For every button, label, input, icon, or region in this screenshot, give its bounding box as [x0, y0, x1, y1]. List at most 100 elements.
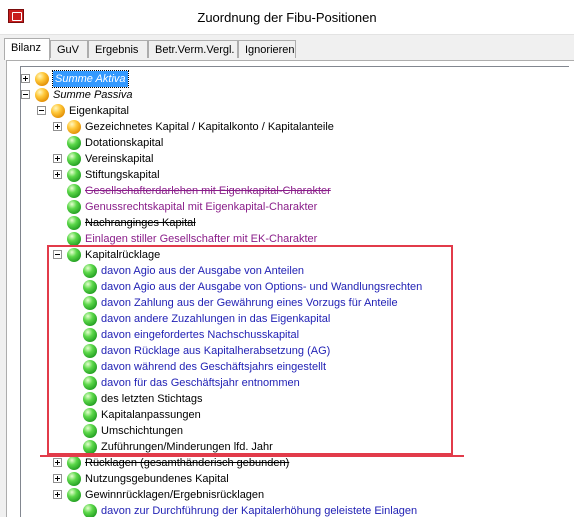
green-ball-icon [83, 440, 97, 454]
green-ball-icon [67, 488, 81, 502]
tree-node-label: davon Zahlung aus der Gewährung eines Vo… [101, 297, 398, 309]
green-ball-icon [67, 216, 81, 230]
tree-node[interactable]: davon andere Zuzahlungen in das Eigenkap… [21, 311, 561, 327]
collapse-icon[interactable] [53, 250, 62, 259]
expand-icon[interactable] [53, 458, 62, 467]
expand-icon[interactable] [53, 490, 62, 499]
tree-node[interactable]: Umschichtungen [21, 423, 561, 439]
tree-node-label: Dotationskapital [85, 137, 164, 149]
green-ball-icon [67, 168, 81, 182]
tree-node[interactable]: Gezeichnetes Kapital / Kapitalkonto / Ka… [21, 119, 561, 135]
expand-icon[interactable] [53, 474, 62, 483]
tree-node-label: Zuführungen/Minderungen lfd. Jahr [101, 441, 273, 453]
tree-node-label: Summe Aktiva [52, 70, 129, 88]
green-ball-icon [67, 200, 81, 214]
green-ball-icon [83, 328, 97, 342]
tree-node-label: Nachranginges Kapital [85, 217, 196, 229]
highlight-right-edge [451, 245, 453, 457]
tree-node-label: davon Rücklage aus Kapitalherabsetzung (… [101, 345, 331, 357]
title-bar: Zuordnung der Fibu-Positionen [0, 0, 574, 35]
tree-node[interactable]: Nutzungsgebundenes Kapital [21, 471, 561, 487]
tree-node[interactable]: Nachranginges Kapital [21, 215, 561, 231]
tab-betr-verm-vergl[interactable]: Betr.Verm.Vergl. [148, 40, 238, 58]
expand-icon[interactable] [53, 122, 62, 131]
tree-node[interactable]: Rücklagen (gesamthänderisch gebunden) [21, 455, 561, 471]
tree-node[interactable]: Gewinnrücklagen/Ergebnisrücklagen [21, 487, 561, 503]
tree-node-label: Gewinnrücklagen/Ergebnisrücklagen [85, 489, 265, 501]
green-ball-icon [67, 184, 81, 198]
orange-ball-icon [35, 88, 49, 102]
tree-node[interactable]: davon Rücklage aus Kapitalherabsetzung (… [21, 343, 561, 359]
tree-node-label: davon Agio aus der Ausgabe von Options- … [101, 281, 423, 293]
green-ball-icon [83, 376, 97, 390]
green-ball-icon [83, 344, 97, 358]
tree-node-label: Kapitalanpassungen [101, 409, 201, 421]
window-title: Zuordnung der Fibu-Positionen [197, 10, 377, 25]
tree-node[interactable]: davon Zahlung aus der Gewährung eines Vo… [21, 295, 561, 311]
expand-icon[interactable] [53, 154, 62, 163]
green-ball-icon [83, 360, 97, 374]
tree-node[interactable]: Summe Aktiva [21, 70, 561, 88]
highlight-underline [40, 455, 464, 457]
tree-node[interactable]: davon während des Geschäftsjahrs eingest… [21, 359, 561, 375]
green-ball-icon [67, 152, 81, 166]
tree-node[interactable]: davon Agio aus der Ausgabe von Anteilen [21, 263, 561, 279]
green-ball-icon [83, 504, 97, 517]
green-ball-icon [83, 296, 97, 310]
collapse-icon[interactable] [37, 106, 46, 115]
tree-node-label: Gesellschafterdarlehen mit Eigenkapital-… [85, 185, 331, 197]
green-ball-icon [83, 408, 97, 422]
tree-node-label: Stiftungskapital [85, 169, 160, 181]
tree-node-label: Eigenkapital [69, 105, 129, 117]
tree-node-label: Summe Passiva [53, 89, 133, 101]
tree-node-label: davon während des Geschäftsjahrs eingest… [101, 361, 327, 373]
tree-node[interactable]: Kapitalanpassungen [21, 407, 561, 423]
tree-node[interactable]: Einlagen stiller Gesellschafter mit EK-C… [21, 231, 561, 247]
tree-node[interactable]: Summe Passiva [21, 87, 561, 103]
tree-node[interactable]: davon eingefordertes Nachschusskapital [21, 327, 561, 343]
tree-node-label: davon Agio aus der Ausgabe von Anteilen [101, 265, 305, 277]
tree-node-label: davon andere Zuzahlungen in das Eigenkap… [101, 313, 331, 325]
tab-bilanz[interactable]: Bilanz [4, 38, 50, 60]
green-ball-icon [67, 472, 81, 486]
tree-node[interactable]: Dotationskapital [21, 135, 561, 151]
position-tree[interactable]: Summe Aktiva Summe Passiva Eigenkapital Gez… [20, 66, 569, 517]
green-ball-icon [67, 232, 81, 246]
tree-node-label: Kapitalrücklage [85, 249, 161, 261]
tree-node[interactable]: des letzten Stichtags [21, 391, 561, 407]
tree-node-label: Einlagen stiller Gesellschafter mit EK-C… [85, 233, 318, 245]
tree-node-label: Gezeichnetes Kapital / Kapitalkonto / Ka… [85, 121, 334, 133]
tree-node[interactable]: davon für das Geschäftsjahr entnommen [21, 375, 561, 391]
tab-guv[interactable]: GuV [50, 40, 88, 58]
tree-node-label: davon für das Geschäftsjahr entnommen [101, 377, 300, 389]
tab-ergebnis[interactable]: Ergebnis [88, 40, 148, 58]
tree-node[interactable]: davon Agio aus der Ausgabe von Options- … [21, 279, 561, 295]
green-ball-icon [67, 248, 81, 262]
green-ball-icon [83, 392, 97, 406]
green-ball-icon [67, 456, 81, 470]
green-ball-icon [67, 136, 81, 150]
expand-icon[interactable] [53, 170, 62, 179]
tab-ignorieren[interactable]: Ignorieren [238, 40, 296, 58]
collapse-icon[interactable] [21, 90, 30, 99]
tree-node-label: Nutzungsgebundenes Kapital [85, 473, 229, 485]
tree-node[interactable]: Zuführungen/Minderungen lfd. Jahr [21, 439, 561, 455]
tree-node[interactable]: Kapitalrücklage [21, 247, 561, 263]
tree-node[interactable]: Vereinskapital [21, 151, 561, 167]
green-ball-icon [83, 264, 97, 278]
tree-node-label: Genussrechtskapital mit Eigenkapital-Cha… [85, 201, 318, 213]
tree-node[interactable]: davon zur Durchführung der Kapitalerhöhu… [21, 503, 561, 517]
tree-node-label: Rücklagen (gesamthänderisch gebunden) [85, 457, 290, 469]
green-ball-icon [83, 424, 97, 438]
tree-node-label: davon eingefordertes Nachschusskapital [101, 329, 300, 341]
tree-node[interactable]: Gesellschafterdarlehen mit Eigenkapital-… [21, 183, 561, 199]
tree-node-label: Vereinskapital [85, 153, 154, 165]
orange-ball-icon [51, 104, 65, 118]
tree-node[interactable]: Stiftungskapital [21, 167, 561, 183]
green-ball-icon [83, 312, 97, 326]
tree-node[interactable]: Genussrechtskapital mit Eigenkapital-Cha… [21, 199, 561, 215]
expand-icon[interactable] [21, 74, 30, 83]
tree-node[interactable]: Eigenkapital [21, 103, 561, 119]
tree-node-label: Umschichtungen [101, 425, 183, 437]
orange-ball-icon [35, 72, 49, 86]
